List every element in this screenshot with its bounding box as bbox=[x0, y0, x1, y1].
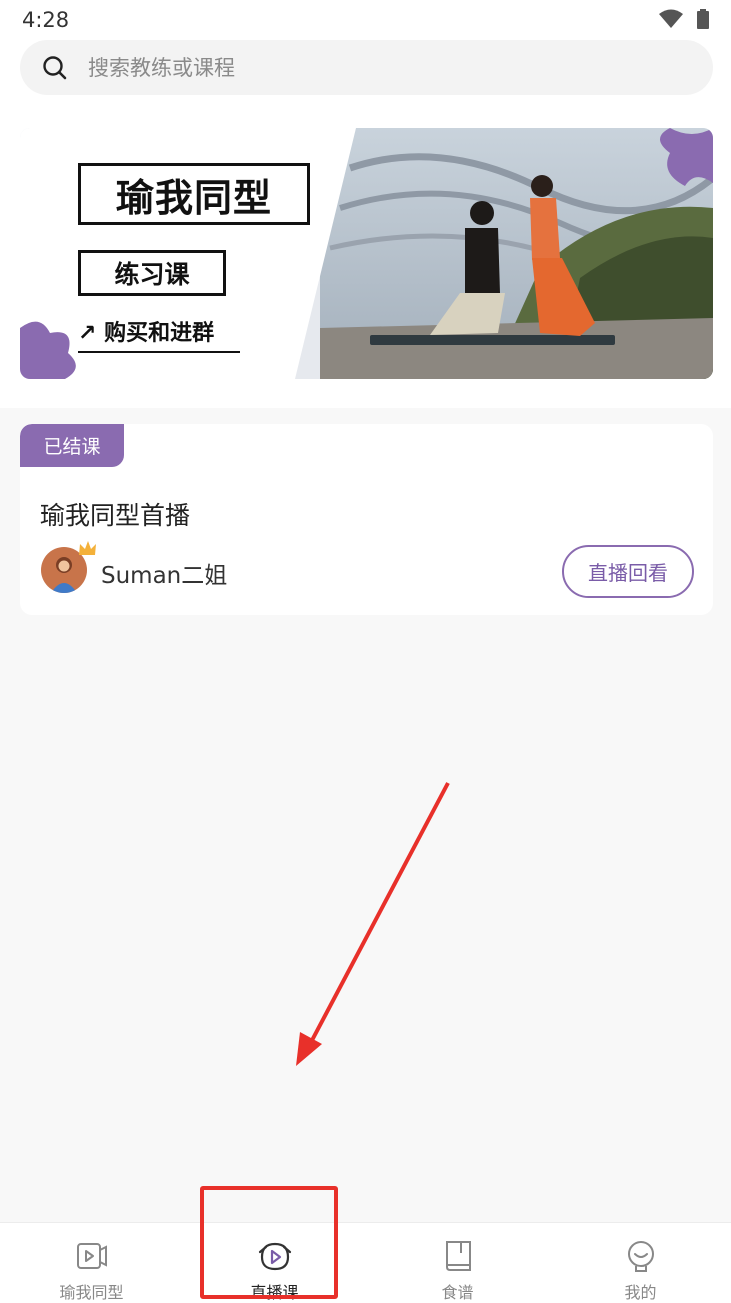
tab-profile[interactable]: 我的 bbox=[549, 1223, 731, 1303]
tab-label: 我的 bbox=[624, 1283, 657, 1302]
video-icon bbox=[76, 1243, 107, 1269]
tab-label: 直播课 bbox=[250, 1283, 299, 1302]
status-icons bbox=[659, 9, 709, 29]
live-play-icon bbox=[258, 1242, 291, 1271]
course-title: 瑜我同型首播 bbox=[40, 501, 191, 530]
status-bar: 4:28 bbox=[0, 0, 731, 40]
tab-yoga-match[interactable]: 瑜我同型 bbox=[0, 1223, 183, 1303]
battery-icon bbox=[697, 9, 709, 29]
wifi-icon bbox=[659, 9, 683, 28]
tab-recipes[interactable]: 食谱 bbox=[366, 1223, 549, 1303]
tab-label: 食谱 bbox=[441, 1283, 474, 1302]
search-bar[interactable] bbox=[20, 40, 713, 95]
coach-name: Suman二姐 bbox=[101, 563, 228, 589]
search-input[interactable] bbox=[88, 55, 688, 80]
status-time: 4:28 bbox=[22, 8, 70, 32]
status-badge: 已结课 bbox=[20, 424, 124, 467]
live-course-card[interactable]: 已结课 瑜我同型首播 Suman二姐 直播回看 bbox=[20, 424, 713, 615]
tab-live-course[interactable]: 直播课 bbox=[183, 1223, 366, 1303]
tab-label: 瑜我同型 bbox=[59, 1283, 124, 1302]
search-icon bbox=[43, 55, 67, 79]
profile-icon bbox=[627, 1241, 654, 1272]
promo-banner[interactable]: 瑜我同型 练习课 ↗ 购买和进群 bbox=[20, 128, 713, 379]
banner-title: 瑜我同型 bbox=[78, 163, 310, 225]
banner-link[interactable]: ↗ 购买和进群 bbox=[78, 315, 240, 353]
banner-subtitle: 练习课 bbox=[78, 250, 226, 296]
crown-icon bbox=[79, 541, 96, 555]
book-icon bbox=[445, 1241, 471, 1271]
replay-button[interactable]: 直播回看 bbox=[562, 545, 694, 598]
bottom-tab-bar: 瑜我同型 直播课 食谱 我的 bbox=[0, 1222, 731, 1303]
